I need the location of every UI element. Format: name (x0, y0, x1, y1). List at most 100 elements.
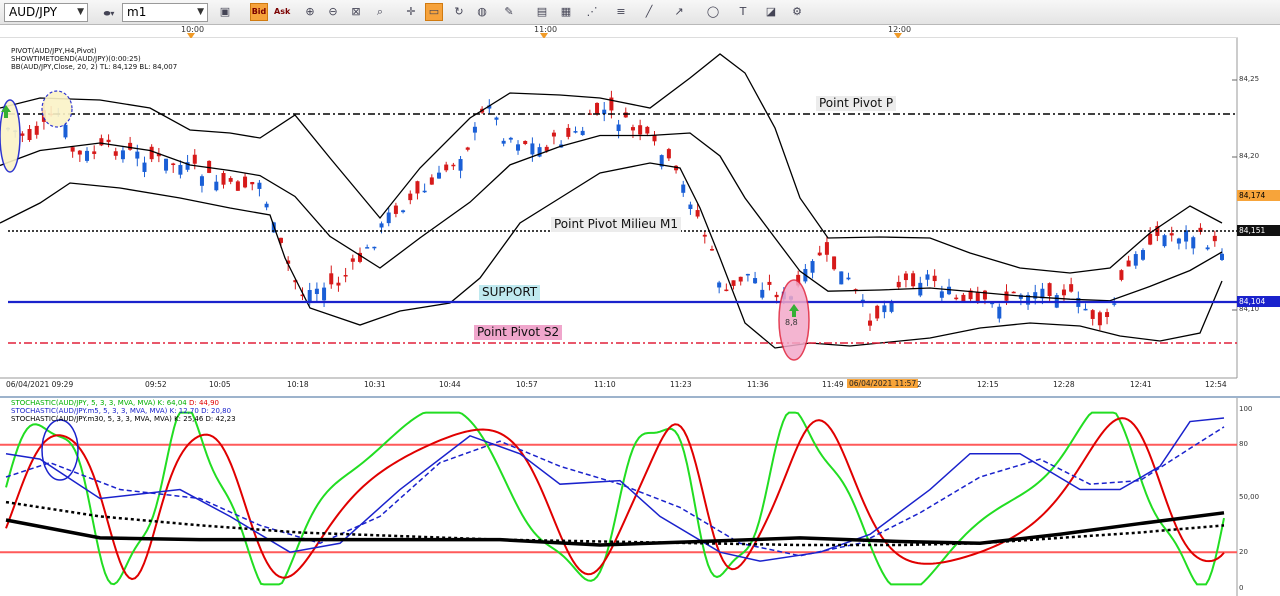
x-tick-label: 2 (917, 380, 922, 389)
chart-type-icon[interactable]: ⬬▾ (96, 5, 122, 23)
candle-body (954, 297, 959, 300)
bollinger-upper-band (0, 53, 1223, 274)
candle-body (595, 102, 600, 114)
bollinger-lower-band (0, 162, 1223, 349)
candle-body (681, 184, 686, 193)
y-tick-label: 84,25 (1239, 75, 1260, 83)
fibonacci-icon[interactable]: ⋰ (583, 3, 601, 21)
candle-body (824, 242, 829, 255)
candle-body (832, 256, 837, 270)
refresh-icon[interactable]: ↻ (450, 3, 468, 21)
x-tick-label: 11:23 (670, 380, 692, 389)
candle-body (393, 205, 398, 214)
candle-body (638, 125, 643, 135)
candle-body (1184, 230, 1189, 242)
candle-body (573, 131, 578, 133)
candle-body (580, 130, 585, 136)
globe-icon[interactable]: ◍ (473, 3, 491, 21)
stoch-y-tick: 50,00 (1239, 493, 1260, 501)
image-icon[interactable]: ▤ (533, 3, 551, 21)
candle-body (92, 151, 97, 154)
candle-body (889, 301, 894, 312)
candle-body (142, 162, 147, 172)
candle-body (702, 234, 707, 237)
candle-body (386, 212, 391, 224)
legend-line: BB(AUD/JPY,Close, 20, 2) TL: 84,129 BL: … (11, 63, 178, 71)
pencil-icon[interactable]: ✎ (500, 3, 518, 21)
arrow-icon[interactable]: ↗ (670, 3, 688, 21)
zoom-out-icon[interactable]: ⊖ (324, 3, 342, 21)
symbol-select[interactable]: AUD/JPY ▼ (4, 3, 88, 22)
crosshair-icon[interactable]: ✛ (402, 3, 420, 21)
stochastic-panel[interactable]: STOCHASTIC(AUD/JPY, 5, 3, 3, MVA, MVA) K… (0, 396, 1280, 596)
candle-body (429, 177, 434, 185)
candle-body (70, 147, 75, 152)
stoch-y-tick: 20 (1239, 548, 1248, 556)
candle-body (1097, 312, 1102, 326)
highlight-ellipse (41, 419, 79, 481)
candle-body (214, 181, 219, 191)
candle-body (1205, 247, 1210, 250)
stoch-y-tick: 0 (1239, 584, 1244, 592)
ellipse-icon[interactable]: ◯ (702, 3, 724, 21)
candle-body (113, 151, 118, 156)
stoch-legend-line-1: STOCHASTIC(AUD/JPY, 5, 3, 3, MVA, MVA) K… (11, 399, 236, 407)
bid-button[interactable]: Bid (250, 3, 268, 21)
marker-value: 8,8 (785, 318, 798, 327)
candle-body (458, 159, 463, 171)
candle-body (1212, 235, 1217, 242)
zoom-fit-icon[interactable]: ⊠ (347, 3, 365, 21)
candle-body (810, 261, 815, 273)
candle-body (444, 164, 449, 171)
candle-body (1090, 310, 1095, 319)
lines-icon[interactable]: ≡ (612, 3, 630, 21)
settings-icon[interactable]: ⚙ (788, 3, 806, 21)
candle-body (415, 181, 420, 194)
candle-body (932, 275, 937, 282)
support-label: SUPPORT (479, 285, 541, 300)
candle-body (264, 203, 269, 208)
price-chart-panel[interactable]: PIVOT(AUD/JPY,H4,Pivot) SHOWTIMETOEND(AU… (0, 38, 1280, 396)
candle-body (961, 294, 966, 302)
candle-body (623, 112, 628, 118)
stochastic-canvas[interactable] (0, 398, 1280, 596)
zoom-in-icon[interactable]: ⊕ (301, 3, 319, 21)
candle-body (307, 289, 312, 303)
candle-body (1083, 308, 1088, 311)
chevron-down-icon: ▼ (77, 7, 84, 17)
pivot-m1-label: Point Pivot Milieu M1 (551, 217, 682, 232)
candle-body (982, 290, 987, 300)
candle-body (731, 280, 736, 286)
candle-body (250, 181, 255, 185)
candle-body (106, 139, 111, 143)
candle-body (666, 149, 671, 159)
candle-body (99, 138, 104, 146)
x-tick-label: 11:49 (822, 380, 844, 389)
candle-body (997, 306, 1002, 319)
cursor-icon[interactable]: ▭ (425, 3, 443, 21)
text-tool-icon[interactable]: T (734, 3, 752, 21)
candle-body (1011, 291, 1016, 294)
candle-body (501, 140, 506, 144)
indicator-icon[interactable]: ▦ (557, 3, 575, 21)
x-tick-label: 12:54 (1205, 380, 1227, 389)
trendline-icon[interactable]: ╱ (640, 3, 658, 21)
candle-body (465, 147, 470, 150)
ask-button[interactable]: Ask (273, 3, 291, 21)
legend-line: PIVOT(AUD/JPY,H4,Pivot) (11, 47, 97, 55)
candle-body (322, 287, 327, 301)
candle-body (437, 172, 442, 179)
chart-style-icon[interactable]: ▣ (216, 3, 234, 21)
candle-body (516, 144, 521, 151)
main-legend: PIVOT(AUD/JPY,H4,Pivot) SHOWTIMETOEND(AU… (11, 47, 177, 71)
stoch-legend-text: STOCHASTIC(AUD/JPY.m5, 5, 3, 3, MVA, MVA… (11, 407, 232, 415)
eraser-icon[interactable]: ◪ (762, 3, 780, 21)
candle-body (128, 142, 133, 150)
candle-body (34, 125, 39, 135)
candle-body (645, 126, 650, 134)
timeframe-select[interactable]: m1 ▼ (122, 3, 208, 22)
magnifier-icon[interactable]: ⌕ (371, 3, 389, 21)
candle-body (1069, 284, 1074, 292)
candle-body (20, 133, 25, 136)
candle-body (1133, 254, 1138, 266)
